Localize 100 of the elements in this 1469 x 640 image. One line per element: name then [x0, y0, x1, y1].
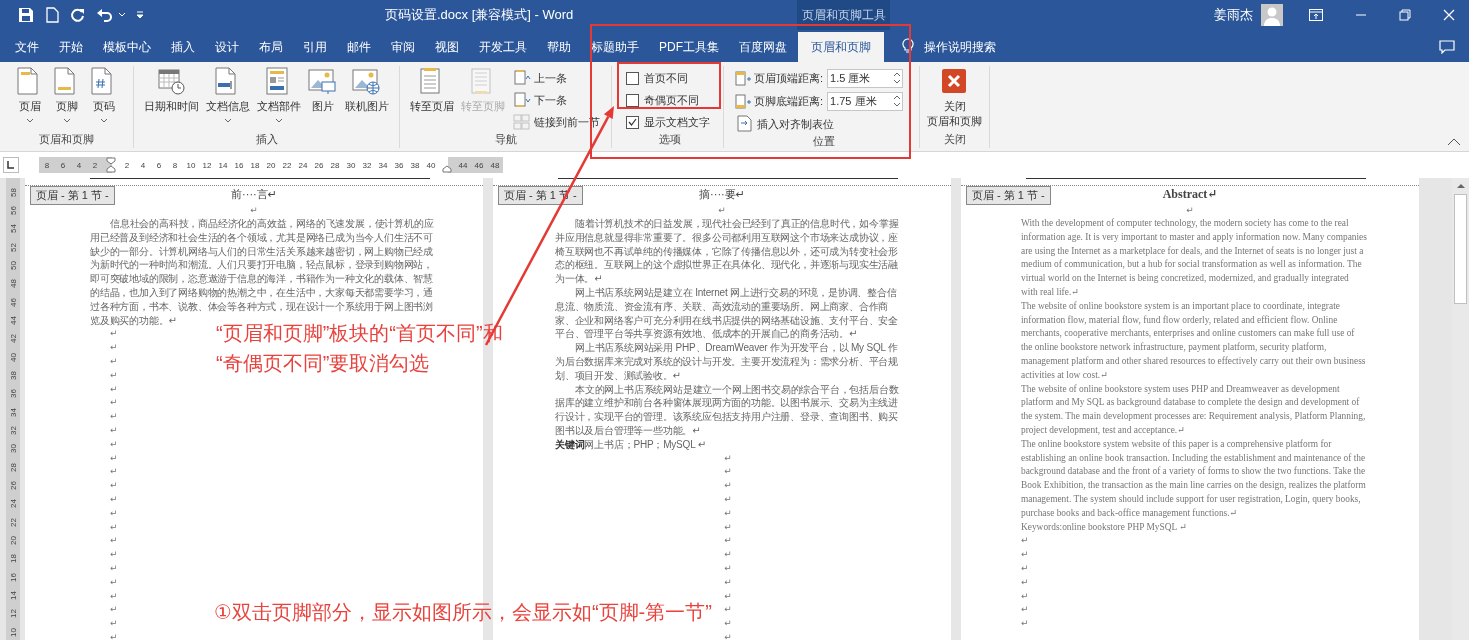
ribbon-button[interactable]: 文档信息 — [203, 66, 253, 124]
ribbon-button[interactable]: 联机图片 — [342, 66, 392, 115]
ribbon-button[interactable]: 转至页眉 — [407, 66, 457, 115]
ribbon-tab[interactable]: 页眉和页脚 — [798, 32, 884, 62]
restore-icon[interactable] — [1399, 9, 1411, 21]
ribbon-button[interactable]: 页脚 — [48, 66, 85, 124]
caret-icon — [275, 118, 283, 123]
indent-marker-icon[interactable] — [106, 157, 116, 173]
caret-icon — [99, 118, 108, 123]
paragraph-mark: ↵ — [724, 535, 732, 546]
scrollbar-thumb[interactable] — [1454, 194, 1467, 304]
checkbox[interactable] — [626, 71, 639, 85]
ribbon-tab[interactable]: 百度网盘 — [730, 32, 796, 62]
ribbon-tab[interactable]: 标题助手 — [582, 32, 648, 62]
paragraph-mark: ↵ — [110, 342, 118, 353]
spin-arrows-icon[interactable] — [893, 93, 902, 109]
ruler-number: 6 — [59, 160, 67, 170]
ribbon-tab[interactable]: PDF工具集 — [650, 32, 728, 62]
paragraph-mark: ↵ — [110, 521, 118, 532]
ribbon-tab[interactable]: 开发工具 — [470, 32, 536, 62]
new-document-icon[interactable] — [44, 7, 60, 23]
ribbon-button[interactable]: 图片 — [305, 66, 341, 115]
paragraph: The website of online bookstore system is an important place to coordinate, integrate information flow, material flow, fund flow orderly, related and efficient flow. Online merchants, cooperative merchants, enterprises and online customers can make full use of the online bookstore network infrastructure, payment platform, security platform, management platform and other shared resources to effectively carry out their own business activities at low cost.↵ — [1021, 299, 1367, 382]
group-label: 导航 — [493, 132, 518, 147]
paragraph-mark: ↵ — [110, 535, 118, 546]
lightbulb-icon[interactable] — [902, 38, 914, 54]
ribbon-button[interactable]: 文档部件 — [254, 66, 304, 124]
ruler-number: 40 — [8, 352, 18, 362]
paragraph-mark: ↵ — [1021, 576, 1029, 587]
tell-me-search[interactable]: 操作说明搜索 — [920, 32, 1000, 62]
checkbox-label[interactable]: 奇偶页不同 — [644, 92, 699, 108]
ruler-number: 52 — [8, 242, 18, 252]
annotation-text: ①双击页脚部分，显示如图所示，会显示如“页脚-第一节” — [214, 600, 712, 625]
paragraph-mark: ↵ — [250, 205, 258, 215]
ribbon-tab[interactable]: 开始 — [50, 32, 92, 62]
checkbox-label[interactable]: 显示文档文字 — [644, 114, 710, 130]
ribbon-display-options-icon[interactable] — [1309, 9, 1323, 21]
online-picture-icon — [352, 67, 382, 97]
page-heading: 前····言↵ — [231, 188, 277, 200]
ribbon-tab[interactable]: 模板中心 — [94, 32, 160, 62]
ribbon-tab[interactable]: 文件 — [6, 32, 48, 62]
customize-toolbar-icon[interactable] — [136, 11, 144, 19]
ruler-number: 48 — [8, 279, 18, 289]
paragraph-mark: ↵ — [718, 205, 726, 215]
spin-arrows-icon[interactable] — [893, 70, 902, 86]
caret-icon — [62, 118, 71, 123]
ribbon-tab[interactable]: 视图 — [426, 32, 468, 62]
spin-field[interactable]: 1.5 厘米 — [827, 69, 904, 88]
undo-icon[interactable] — [96, 7, 114, 23]
checkbox-label[interactable]: 首页不同 — [644, 70, 688, 86]
window-title: 页码设置.docx [兼容模式] - Word — [385, 6, 575, 24]
checkbox[interactable] — [626, 115, 639, 129]
paragraph: Keywords:online bookstore PHP MySQL ↵ — [1021, 520, 1188, 534]
tab-selector-icon[interactable] — [3, 157, 19, 173]
paragraph-mark: ↵ — [724, 521, 732, 532]
paragraph-mark: ↵ — [1186, 205, 1194, 215]
ribbon-tab[interactable]: 插入 — [162, 32, 204, 62]
ribbon-button[interactable]: 插入对齐制表位 — [734, 114, 904, 134]
ribbon-button[interactable]: 页码 — [85, 66, 122, 124]
ruler-number: 36 — [8, 389, 18, 399]
page-heading: 摘····要↵ — [699, 188, 745, 200]
ruler-number: 32 — [361, 160, 373, 170]
ribbon-button[interactable]: 日期和时间 — [141, 66, 202, 115]
paragraph-mark: ↵ — [724, 452, 732, 463]
paragraph-mark: ↵ — [110, 355, 118, 366]
ribbon-tab[interactable]: 设计 — [206, 32, 248, 62]
repeat-icon[interactable] — [70, 7, 86, 23]
paragraph-mark: ↵ — [1021, 535, 1029, 546]
group-label: 选项 — [658, 132, 682, 147]
checkbox[interactable] — [626, 93, 639, 107]
paragraph-mark: ↵ — [110, 397, 118, 408]
comment-icon[interactable] — [1439, 40, 1455, 54]
ruler-number: 18 — [8, 554, 18, 564]
ruler-number: 34 — [377, 160, 389, 170]
close-icon[interactable] — [1443, 9, 1455, 21]
field-label: 页脚底端距离: — [754, 94, 824, 109]
ribbon-button[interactable]: 上一条 — [511, 68, 602, 88]
paragraph-mark: ↵ — [110, 438, 118, 449]
ruler-number: 44 — [457, 160, 469, 170]
caret-icon[interactable] — [118, 12, 126, 18]
ruler-number: 16 — [233, 160, 245, 170]
paragraph-mark: ↵ — [110, 507, 118, 518]
ribbon-button[interactable]: 关闭 页眉和页脚 — [924, 66, 985, 130]
paragraph-mark: ↵ — [110, 618, 118, 629]
ribbon-tab[interactable]: 帮助 — [538, 32, 580, 62]
save-icon[interactable] — [18, 7, 34, 23]
ruler-number: 28 — [8, 462, 18, 472]
ruler-number: 30 — [8, 444, 18, 454]
paragraph-mark: ↵ — [724, 562, 732, 573]
picture-icon — [308, 67, 338, 97]
collapse-ribbon-icon[interactable] — [1447, 138, 1461, 146]
ribbon-tab[interactable]: 审阅 — [382, 32, 424, 62]
ribbon-button[interactable]: 页眉 — [11, 66, 48, 124]
ribbon-button[interactable]: 下一条 — [511, 90, 602, 110]
ribbon-tab[interactable]: 引用 — [294, 32, 336, 62]
paragraph-mark: ↵ — [110, 466, 118, 477]
ribbon-tab[interactable]: 布局 — [250, 32, 292, 62]
spin-field[interactable]: 1.75 厘米 — [827, 92, 904, 111]
ribbon-tab[interactable]: 邮件 — [338, 32, 380, 62]
scroll-up-arrow-icon[interactable] — [1455, 182, 1466, 190]
